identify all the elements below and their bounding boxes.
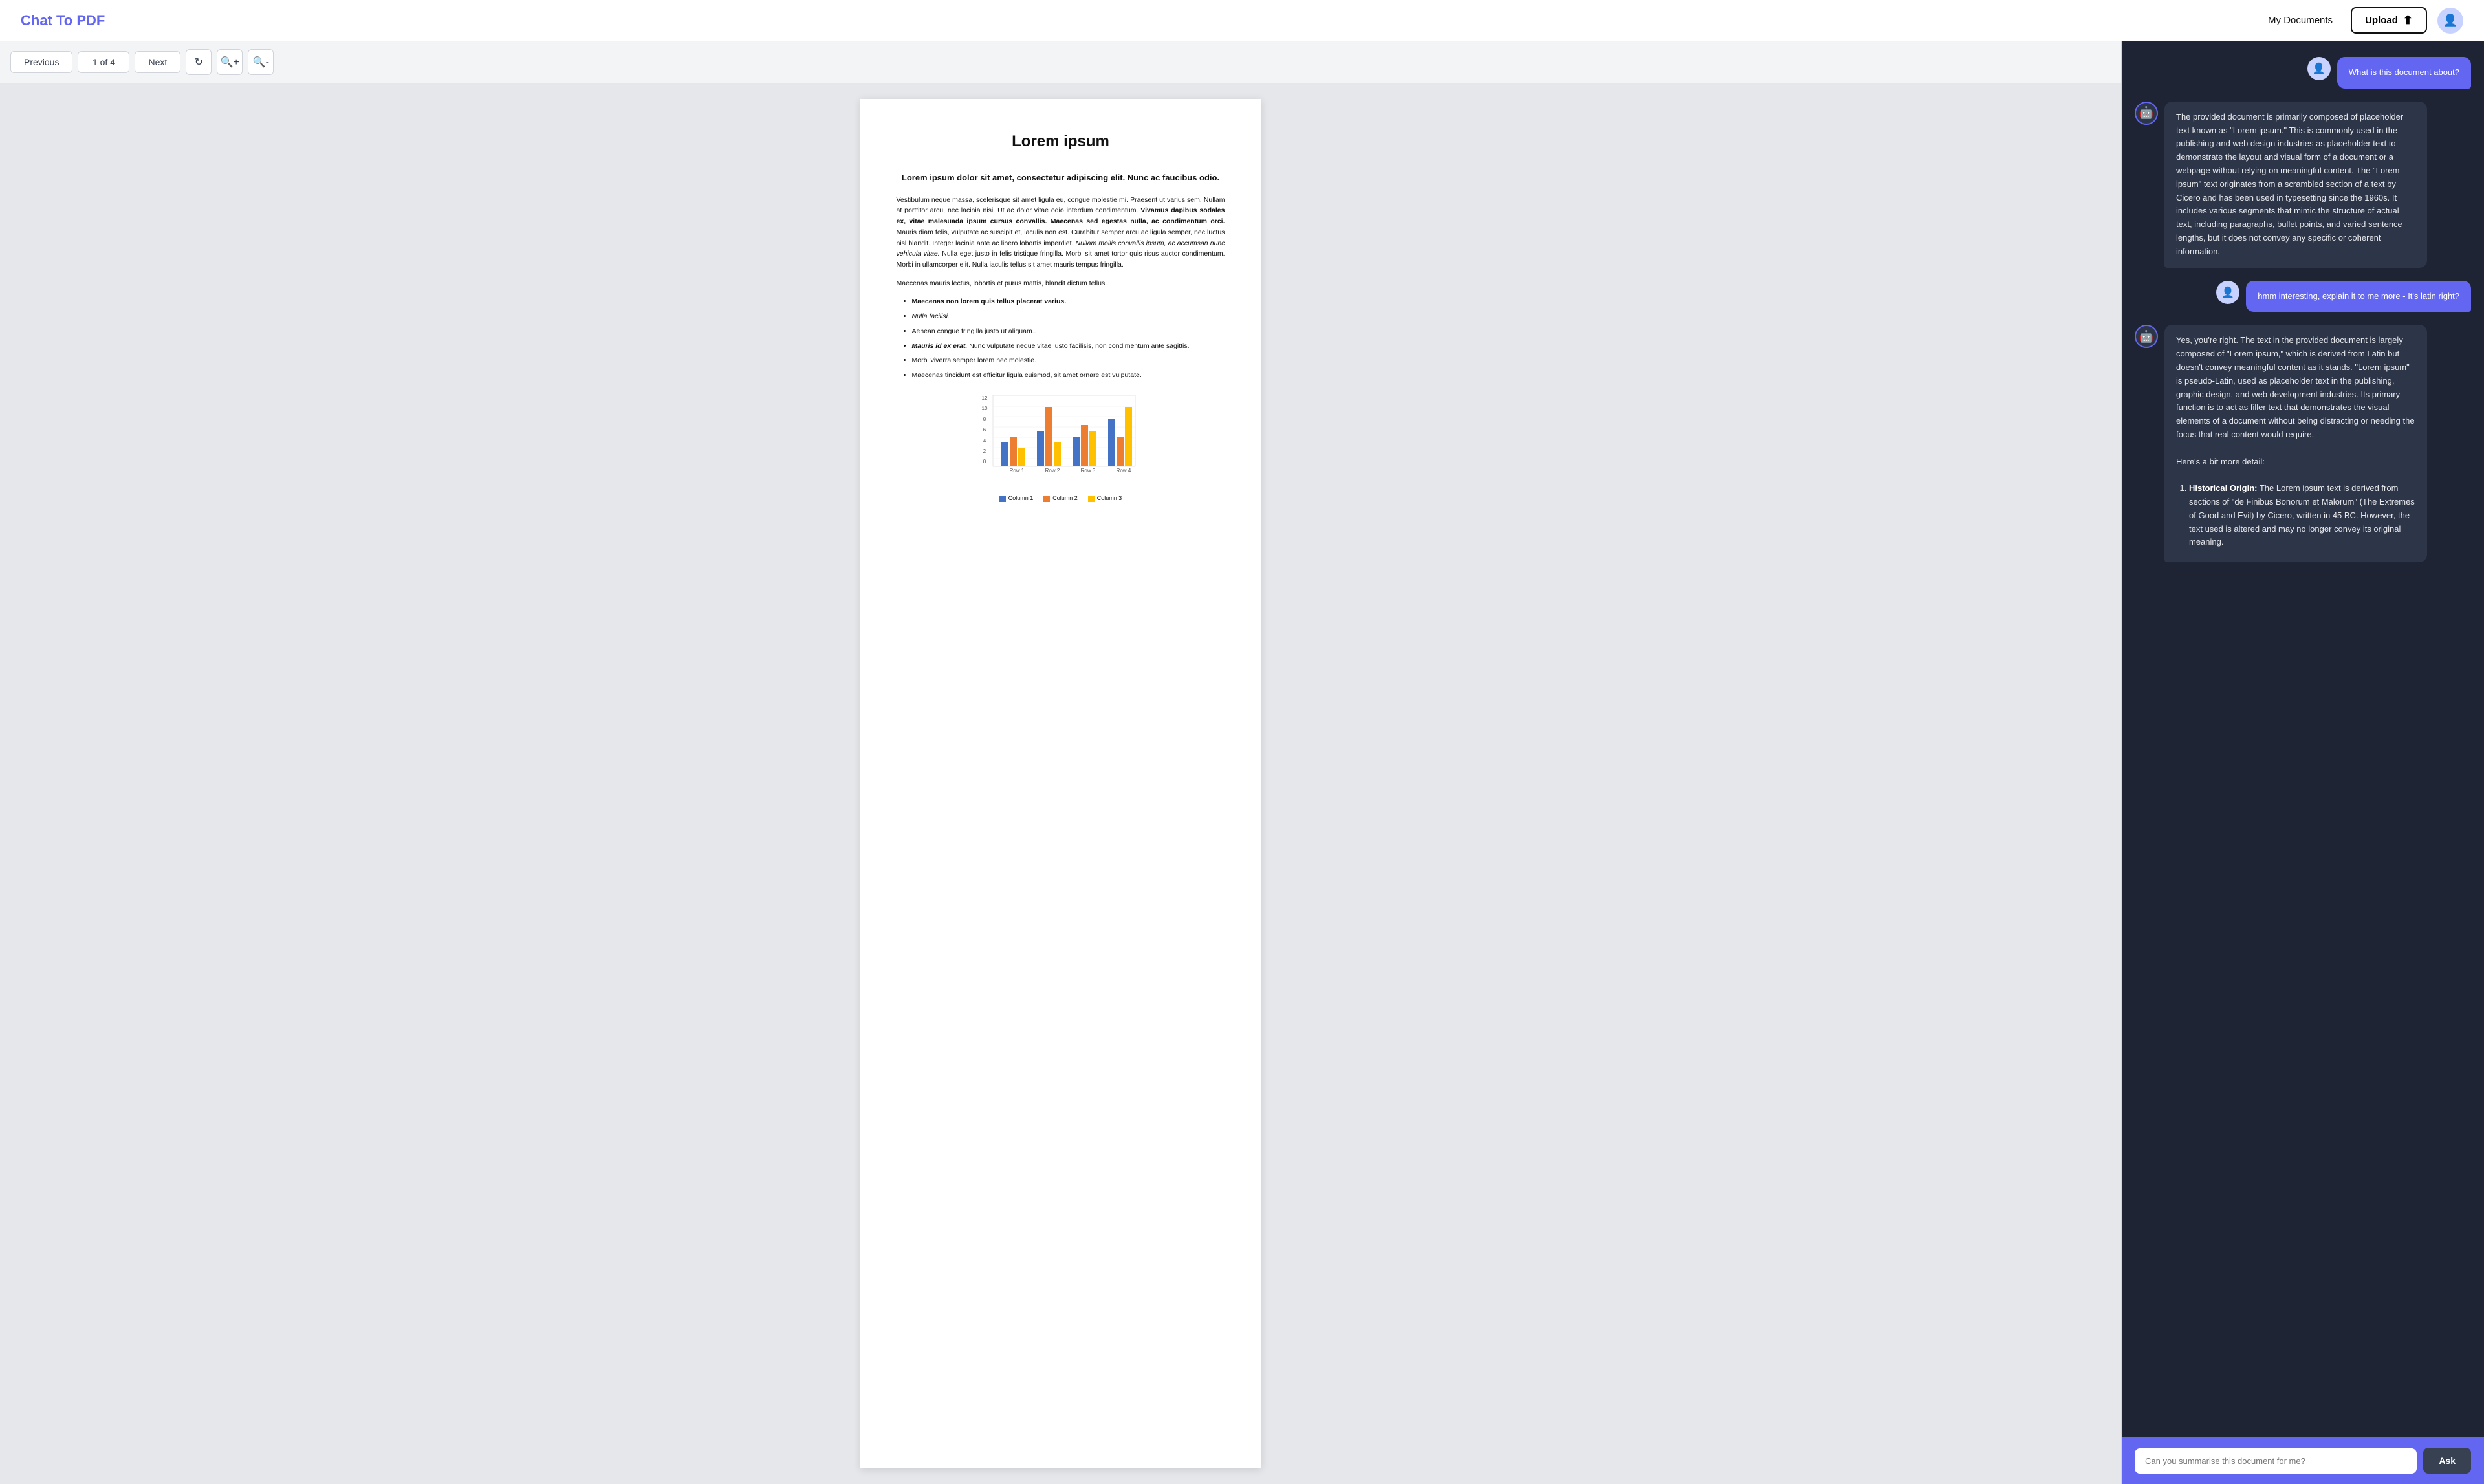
message-row-user-2: hmm interesting, explain it to me more -…	[2135, 281, 2471, 312]
svg-text:2: 2	[983, 448, 986, 454]
svg-text:Row 4: Row 4	[1116, 468, 1131, 474]
next-button[interactable]: Next	[135, 51, 180, 73]
list-item: Mauris id ex erat. Nunc vulputate neque …	[912, 340, 1225, 353]
pdf-subtitle: Lorem ipsum dolor sit amet, consectetur …	[897, 171, 1225, 184]
legend-label-col3: Column 3	[1097, 494, 1122, 503]
svg-text:8: 8	[983, 417, 986, 422]
legend-column2: Column 2	[1043, 494, 1078, 503]
message-bubble-user-1: What is this document about?	[2337, 57, 2471, 89]
pdf-title: Lorem ipsum	[897, 130, 1225, 153]
message-row-bot-1: 🤖 The provided document is primarily com…	[2135, 102, 2471, 268]
chat-panel: What is this document about? 👤 🤖 The pro…	[2122, 41, 2484, 1484]
refresh-icon: ↻	[195, 56, 203, 69]
upload-button[interactable]: Upload ⬆	[2351, 7, 2427, 34]
pdf-page: Lorem ipsum Lorem ipsum dolor sit amet, …	[860, 99, 1261, 1468]
list-item: Aenean congue fringilla justo ut aliquam…	[912, 325, 1225, 338]
message-row-bot-2: 🤖 Yes, you're right. The text in the pro…	[2135, 325, 2471, 562]
zoom-out-button[interactable]: 🔍-	[248, 49, 274, 75]
svg-text:Row 1: Row 1	[1009, 468, 1024, 474]
message-bubble-bot-1: The provided document is primarily compo…	[2164, 102, 2427, 268]
bar-chart: 12 10 8 6 4 2 0	[977, 392, 1145, 489]
user-avatar-1: 👤	[2307, 57, 2331, 80]
message-text-bot-1: The provided document is primarily compo…	[2176, 112, 2403, 256]
legend-label-col2: Column 2	[1052, 494, 1078, 503]
zoom-in-icon: 🔍+	[221, 56, 239, 69]
legend-column3: Column 3	[1088, 494, 1122, 503]
list-item: Morbi viverra semper lorem nec molestie.	[912, 355, 1225, 367]
svg-text:0: 0	[983, 459, 986, 464]
chat-input[interactable]	[2135, 1448, 2417, 1474]
previous-button[interactable]: Previous	[10, 51, 72, 73]
legend-dot-col2	[1043, 496, 1050, 502]
zoom-in-button[interactable]: 🔍+	[217, 49, 243, 75]
pdf-toolbar: Previous 1 of 4 Next ↻ 🔍+ 🔍-	[0, 41, 2121, 83]
message-bubble-bot-2: Yes, you're right. The text in the provi…	[2164, 325, 2427, 562]
message-text-user-1: What is this document about?	[2349, 67, 2459, 77]
logo: Chat To PDF	[21, 12, 105, 29]
my-documents-button[interactable]: My Documents	[2260, 10, 2340, 31]
upload-label: Upload	[2365, 15, 2398, 26]
pdf-list: Maecenas non lorem quis tellus placerat …	[897, 296, 1225, 382]
message-bubble-user-2: hmm interesting, explain it to me more -…	[2246, 281, 2471, 312]
main-layout: Previous 1 of 4 Next ↻ 🔍+ 🔍- Lorem ipsum…	[0, 41, 2484, 1484]
list-item: Maecenas tincidunt est efficitur ligula …	[912, 369, 1225, 382]
list-link[interactable]: Aenean congue fringilla justo ut aliquam…	[912, 327, 1036, 335]
avatar[interactable]: 👤	[2437, 8, 2463, 34]
pdf-section-text: Maecenas mauris lectus, lobortis et puru…	[897, 278, 1225, 289]
svg-text:10: 10	[981, 406, 987, 411]
bot-avatar-1: 🤖	[2135, 102, 2158, 125]
chart-container: 12 10 8 6 4 2 0	[897, 392, 1225, 503]
legend-column1: Column 1	[999, 494, 1034, 503]
svg-text:4: 4	[983, 438, 986, 444]
zoom-out-icon: 🔍-	[253, 56, 269, 69]
legend-label-col1: Column 1	[1008, 494, 1034, 503]
svg-text:6: 6	[983, 427, 986, 433]
svg-text:Row 3: Row 3	[1080, 468, 1095, 474]
logo-highlight: PDF	[76, 12, 105, 29]
chat-messages: What is this document about? 👤 🤖 The pro…	[2122, 41, 2484, 1437]
pdf-content: Lorem ipsum Lorem ipsum dolor sit amet, …	[0, 83, 2121, 1484]
bot-avatar-2: 🤖	[2135, 325, 2158, 348]
legend-dot-col3	[1088, 496, 1095, 502]
svg-text:Row 2: Row 2	[1045, 468, 1060, 474]
refresh-button[interactable]: ↻	[186, 49, 212, 75]
svg-text:12: 12	[981, 395, 987, 401]
list-item: Nulla facilisi.	[912, 311, 1225, 323]
ask-button[interactable]: Ask	[2423, 1448, 2471, 1474]
legend-dot-col1	[999, 496, 1006, 502]
logo-text: Chat To	[21, 12, 72, 29]
chat-input-area: Ask	[2122, 1437, 2484, 1484]
header: Chat To PDF My Documents Upload ⬆ 👤	[0, 0, 2484, 41]
message-text-user-2: hmm interesting, explain it to me more -…	[2258, 291, 2459, 301]
chart-legend: Column 1 Column 2 Column 3	[999, 494, 1122, 503]
user-avatar-2: 👤	[2216, 281, 2239, 304]
pdf-body-paragraph-1: Vestibulum neque massa, scelerisque sit …	[897, 195, 1225, 271]
upload-icon: ⬆	[2403, 14, 2413, 27]
list-item: Maecenas non lorem quis tellus placerat …	[912, 296, 1225, 308]
pdf-panel: Previous 1 of 4 Next ↻ 🔍+ 🔍- Lorem ipsum…	[0, 41, 2122, 1484]
header-right: My Documents Upload ⬆ 👤	[2260, 7, 2463, 34]
message-row-user-1: What is this document about? 👤	[2135, 57, 2471, 89]
page-indicator: 1 of 4	[78, 51, 129, 73]
